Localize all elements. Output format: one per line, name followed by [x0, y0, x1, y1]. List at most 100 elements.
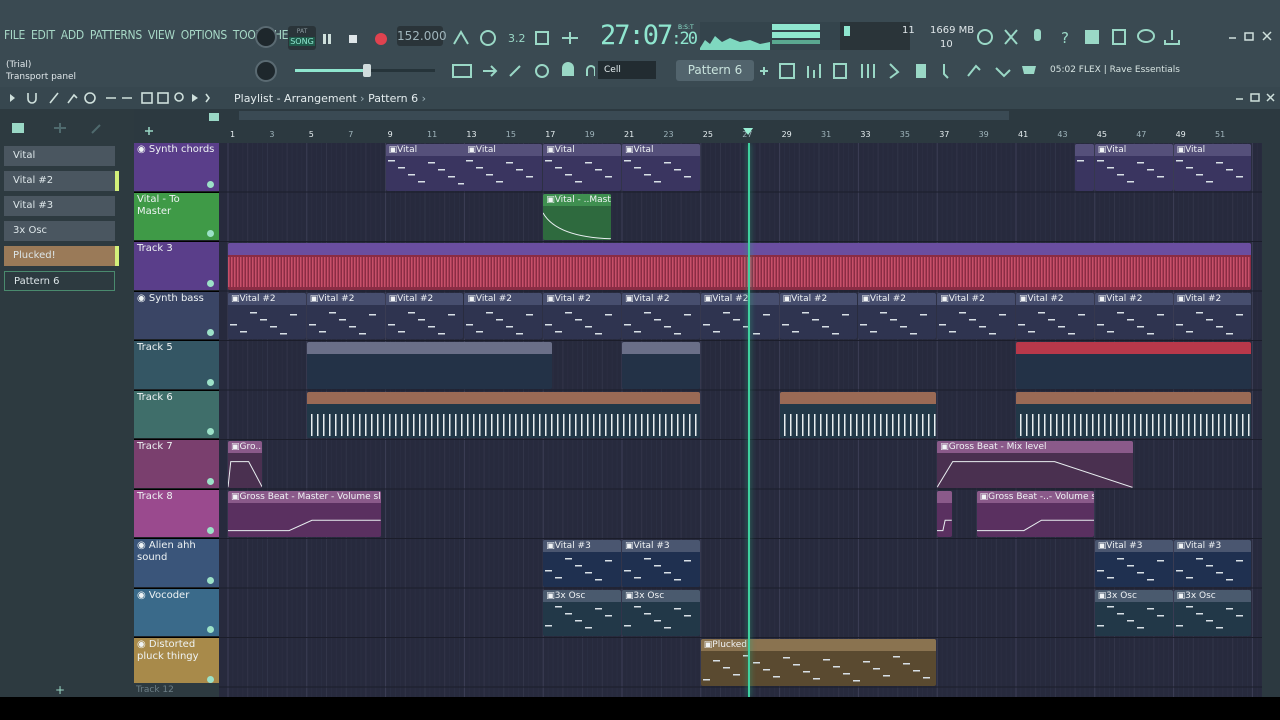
track-header-icons[interactable]: [134, 109, 219, 143]
picker-item[interactable]: Vital #2: [4, 171, 119, 191]
menu-view[interactable]: VIEW: [148, 28, 175, 42]
playlist-clip[interactable]: [937, 490, 952, 537]
playlist-clip[interactable]: ▣Vital: [1173, 144, 1252, 191]
toolbar-right-icons[interactable]: ?: [975, 26, 1190, 48]
stop-button[interactable]: [344, 30, 362, 48]
playlist-clip[interactable]: ▣Vital #2: [385, 292, 464, 339]
track-header[interactable]: Track 7: [134, 440, 219, 489]
timeline-ruler[interactable]: 1 3 5 7 9 11 13 15 17 19 21 23 25 27 29 31 33 35 37 39 41 43 4…: [219, 109, 1262, 143]
track-header[interactable]: Track 5: [134, 341, 219, 390]
playlist-clip[interactable]: ▣Vital: [543, 144, 621, 191]
pause-button[interactable]: [318, 30, 336, 48]
playlist-clip[interactable]: ▣Vital #2: [622, 292, 700, 339]
track-led-icon[interactable]: [207, 576, 214, 584]
playlist-clip[interactable]: ▣Vital #3: [1094, 540, 1173, 587]
playlist-clip[interactable]: [1016, 391, 1252, 438]
playlist-clip[interactable]: ▣3x Osc: [622, 589, 700, 636]
playlist-clip[interactable]: ▣Vital #2: [228, 292, 306, 339]
picker-item[interactable]: Vital: [4, 146, 115, 166]
track-header[interactable]: ◉ Vocoder: [134, 588, 219, 637]
playlist-clip[interactable]: ▣Gross Beat - Mix level: [937, 441, 1134, 488]
playlist-clip[interactable]: ▣3x Osc: [1173, 589, 1252, 636]
playlist-clip[interactable]: ▣Vital #3: [622, 540, 700, 587]
playlist-clip[interactable]: ▣Gro...l: [228, 441, 263, 488]
playlist-clip[interactable]: ▣Vital: [622, 144, 700, 191]
playlist-clip[interactable]: ▣Vital - ..Master: [543, 193, 612, 240]
playlist-clip[interactable]: ▣3x Osc: [543, 589, 621, 636]
playlist-clip[interactable]: ▣Vital #2: [1016, 292, 1094, 339]
playlist-clip[interactable]: [306, 342, 553, 389]
playlist-clip[interactable]: ▣Vital: [464, 144, 543, 191]
track-led-icon[interactable]: [207, 428, 214, 435]
playlist-clip[interactable]: ▣Vital #2: [543, 292, 621, 339]
playhead[interactable]: [748, 143, 751, 697]
track-header[interactable]: Track 3: [134, 242, 219, 291]
track-led-icon[interactable]: [207, 527, 214, 534]
playlist-clip[interactable]: ▣Vital #2: [700, 292, 779, 339]
tool-icons-row[interactable]: [450, 60, 595, 82]
track-header[interactable]: ◉ Alien ahh sound: [134, 539, 219, 588]
track-led-icon[interactable]: [207, 329, 214, 336]
track-led-icon[interactable]: [207, 626, 214, 633]
menu-edit[interactable]: EDIT: [31, 28, 55, 42]
playlist-clip[interactable]: ▣Vital #3: [1173, 540, 1252, 587]
track-header[interactable]: Track 6: [134, 390, 219, 439]
playlist-clip[interactable]: ▣Vital: [1094, 144, 1173, 191]
record-button[interactable]: [372, 30, 390, 48]
window-shortcut-icons[interactable]: [758, 60, 1043, 82]
track-header[interactable]: Track 8: [134, 489, 219, 538]
track-header[interactable]: ◉ Synth bass: [134, 291, 219, 340]
playlist-clip[interactable]: ▣Vital #3: [543, 540, 621, 587]
playlist-clip[interactable]: ▣Vital #2: [937, 292, 1015, 339]
add-track-icon[interactable]: +: [55, 683, 65, 697]
metronome-icons[interactable]: 3.2: [450, 28, 590, 48]
picker-item[interactable]: Vital #3: [4, 196, 115, 216]
track-led-icon[interactable]: [207, 675, 214, 683]
picker-item[interactable]: 3x Osc: [4, 221, 115, 241]
track-header[interactable]: ◉ Distorted pluck thingy: [134, 638, 219, 687]
menu-add[interactable]: ADD: [61, 28, 84, 42]
playlist-clip[interactable]: [1075, 144, 1094, 191]
track-led-icon[interactable]: [207, 180, 214, 188]
playlist-clip[interactable]: ▣Vital #2: [779, 292, 858, 339]
track-led-icon[interactable]: [207, 230, 214, 237]
pat-song-toggle[interactable]: PAT SONG: [288, 26, 316, 50]
playlist-clip[interactable]: ▣Vital #2: [1094, 292, 1173, 339]
playlist-clip[interactable]: [1016, 342, 1252, 389]
playlist-clip[interactable]: ▣Vital #2: [1173, 292, 1252, 339]
picker-item[interactable]: Plucked!: [4, 246, 119, 266]
menu-patterns[interactable]: PATTERNS: [90, 28, 142, 42]
master-volume-knob[interactable]: [255, 26, 277, 48]
playlist-clip[interactable]: [228, 243, 1252, 290]
pattern-selector[interactable]: Pattern 6: [676, 60, 754, 81]
playlist-window-controls[interactable]: [1234, 92, 1278, 104]
master-volume-slider[interactable]: [295, 64, 435, 77]
playlist-clip[interactable]: [779, 391, 937, 438]
master-pitch-knob[interactable]: [255, 60, 277, 82]
vertical-scrollbar[interactable]: [1262, 109, 1280, 697]
picker-item[interactable]: Pattern 6: [4, 271, 115, 291]
playlist-clip[interactable]: ▣Vital #2: [464, 292, 543, 339]
playlist-clip[interactable]: ▣3x Osc: [1094, 589, 1173, 636]
menu-options[interactable]: OPTIONS: [181, 28, 227, 42]
track-led-icon[interactable]: [207, 378, 214, 386]
playlist-clip[interactable]: ▣Vital #2: [306, 292, 385, 339]
picker-tools[interactable]: [8, 121, 128, 135]
playlist-clip[interactable]: ▣Vital #2: [858, 292, 937, 339]
window-controls[interactable]: [1225, 30, 1275, 44]
playlist-grid[interactable]: ▣Vital ▣Vital ▣Vital ▣Vital ▣Vital ▣Vital ▣Vit…: [219, 143, 1262, 697]
tempo-display[interactable]: 152.000: [397, 26, 447, 46]
menu-file[interactable]: FILE: [4, 28, 25, 42]
playlist-clip[interactable]: [622, 342, 700, 389]
track-led-icon[interactable]: [207, 279, 214, 287]
track-header[interactable]: Vital - To Master: [134, 192, 219, 241]
ruler-tick-label: 47: [1136, 130, 1146, 139]
playlist-clip[interactable]: ▣Gross Beat -..- Volume slot: [976, 490, 1094, 537]
playlist-clip[interactable]: ▣Gross Beat - Master - Volume slot: [228, 490, 381, 537]
snap-selector[interactable]: Cell: [598, 61, 656, 79]
track-header[interactable]: ◉ Synth chords: [134, 143, 219, 192]
playlist-clip[interactable]: [306, 391, 700, 438]
track-led-icon[interactable]: [207, 477, 214, 485]
playlist-clip[interactable]: ▣Plucked!: [700, 639, 937, 686]
playlist-tools[interactable]: [6, 91, 216, 105]
